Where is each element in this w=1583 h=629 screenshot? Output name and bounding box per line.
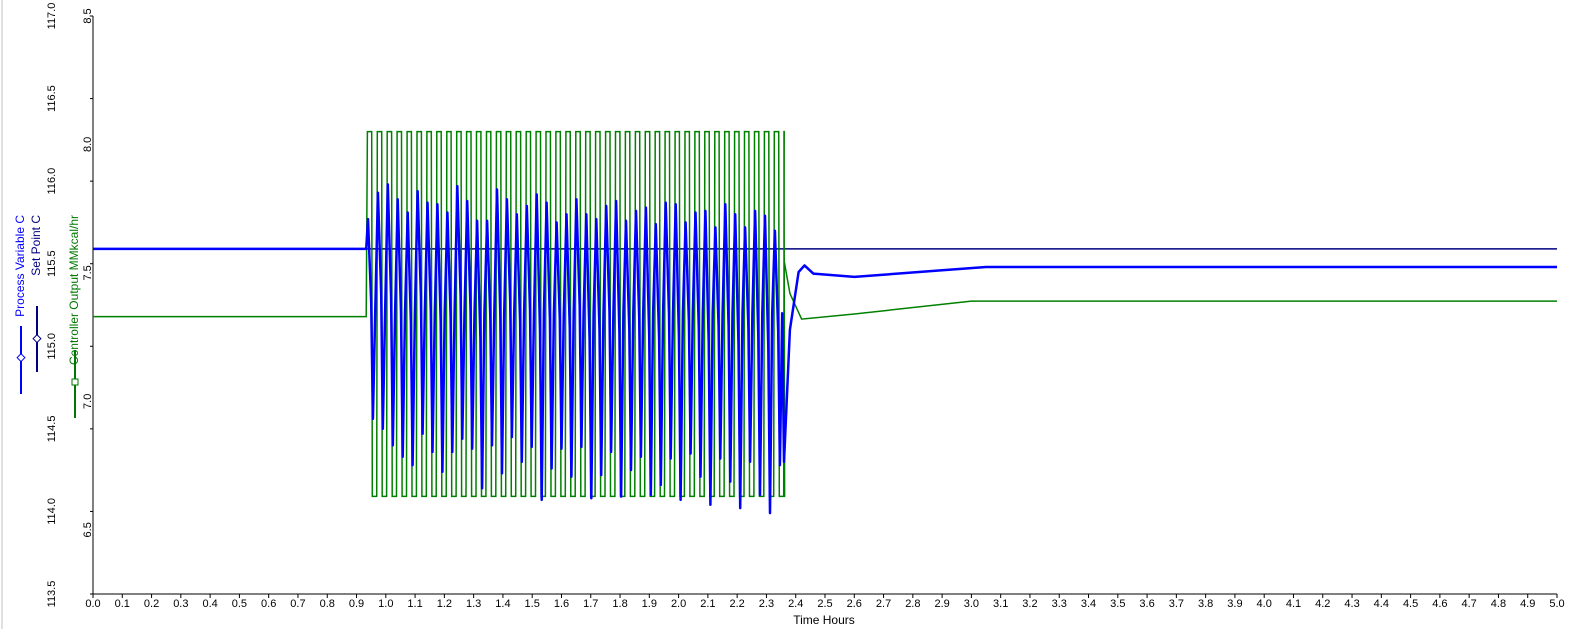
x-tick-label: 2.7	[876, 598, 891, 610]
right-y-tick-label: 8.5	[82, 8, 94, 23]
x-tick-label: 4.5	[1403, 598, 1418, 610]
left-y-tick-label: 113.5	[46, 581, 58, 608]
controller-output-line	[93, 130, 1557, 498]
diamond-marker-icon	[16, 353, 26, 363]
x-tick-label: 1.0	[378, 598, 393, 610]
right-y-tick-label: 8.0	[82, 137, 94, 152]
x-tick-label: 0.3	[173, 598, 188, 610]
x-tick-label: 4.4	[1374, 598, 1389, 610]
x-tick-label: 1.2	[437, 598, 452, 610]
process-variable-line	[93, 183, 1557, 515]
x-tick-label: 3.1	[993, 598, 1008, 610]
left-y-tick-label: 116.5	[46, 85, 58, 112]
x-tick-label: 0.4	[202, 598, 217, 610]
x-tick-label: 1.4	[495, 598, 510, 610]
x-tick-label: 1.6	[554, 598, 569, 610]
x-tick-label: 3.3	[1052, 598, 1067, 610]
left-axis-label-set-point: Set Point C	[29, 215, 43, 276]
x-tick-label: 0.2	[144, 598, 159, 610]
x-tick-label: 5.0	[1549, 598, 1564, 610]
trend-chart: 0.0 0.1 0.2 0.3 0.4 0.5 0.6 0.7 0.8 0.9 1.0 1.1 1.2 1…	[1, 0, 1565, 629]
x-tick-label: 0.1	[115, 598, 130, 610]
x-tick-label: 3.2	[1022, 598, 1037, 610]
right-y-tick-label: 6.5	[82, 522, 94, 537]
left-y-tick-label: 115.0	[46, 333, 58, 360]
x-tick-label: 0.9	[349, 598, 364, 610]
x-tick-label: 2.2	[730, 598, 745, 610]
x-tick-label: 1.9	[642, 598, 657, 610]
x-tick-label: 0.7	[290, 598, 305, 610]
right-y-tick-label: 7.0	[82, 394, 94, 409]
x-tick-label: 4.9	[1520, 598, 1535, 610]
x-tick-label: 0.6	[261, 598, 276, 610]
x-tick-label: 4.6	[1432, 598, 1447, 610]
x-tick-label: 4.7	[1462, 598, 1477, 610]
diamond-marker-icon	[32, 334, 42, 344]
x-tick-label: 1.5	[525, 598, 540, 610]
x-tick-label: 3.6	[1139, 598, 1154, 610]
x-tick-label: 4.0	[1257, 598, 1272, 610]
x-axis-label: Time Hours	[793, 613, 855, 627]
x-tick-label: 2.8	[905, 598, 920, 610]
x-tick-label: 2.6	[847, 598, 862, 610]
x-tick-label: 1.8	[612, 598, 627, 610]
x-tick-label: 1.7	[583, 598, 598, 610]
x-tick-label: 2.3	[759, 598, 774, 610]
x-tick-label: 3.9	[1227, 598, 1242, 610]
left-axis-label-process-variable: Process Variable C	[13, 215, 27, 317]
x-tick-label: 2.5	[817, 598, 832, 610]
plot-area	[93, 130, 1557, 515]
square-marker-icon	[71, 378, 79, 386]
x-tick-label: 3.0	[964, 598, 979, 610]
x-tick-label: 2.0	[671, 598, 686, 610]
left-y-tick-label: 114.0	[46, 498, 58, 525]
x-tick-label: 4.3	[1344, 598, 1359, 610]
x-tick-label: 0.8	[320, 598, 335, 610]
left-y-tick-label: 114.5	[46, 416, 58, 443]
x-tick-label: 1.1	[407, 598, 422, 610]
right-y-tick-label: 7.5	[82, 265, 94, 280]
x-tick-label: 1.3	[466, 598, 481, 610]
right-axis-label-controller-output: Controller Output MMkcal/hr	[67, 215, 81, 365]
x-tick-label: 4.1	[1286, 598, 1301, 610]
left-y-tick-label: 115.5	[46, 250, 58, 277]
x-tick-label: 0.0	[85, 598, 100, 610]
x-tick-label: 3.8	[1198, 598, 1213, 610]
x-tick-label: 2.9	[934, 598, 949, 610]
x-tick-label: 0.5	[232, 598, 247, 610]
left-y-tick-label: 116.0	[46, 168, 58, 195]
x-tick-label: 2.4	[788, 598, 803, 610]
left-y-tick-label: 117.0	[46, 3, 58, 30]
x-tick-label: 2.1	[700, 598, 715, 610]
x-tick-label: 3.7	[1169, 598, 1184, 610]
x-tick-label: 3.5	[1110, 598, 1125, 610]
x-tick-label: 4.2	[1315, 598, 1330, 610]
x-tick-label: 4.8	[1491, 598, 1506, 610]
x-tick-label: 3.4	[1081, 598, 1096, 610]
